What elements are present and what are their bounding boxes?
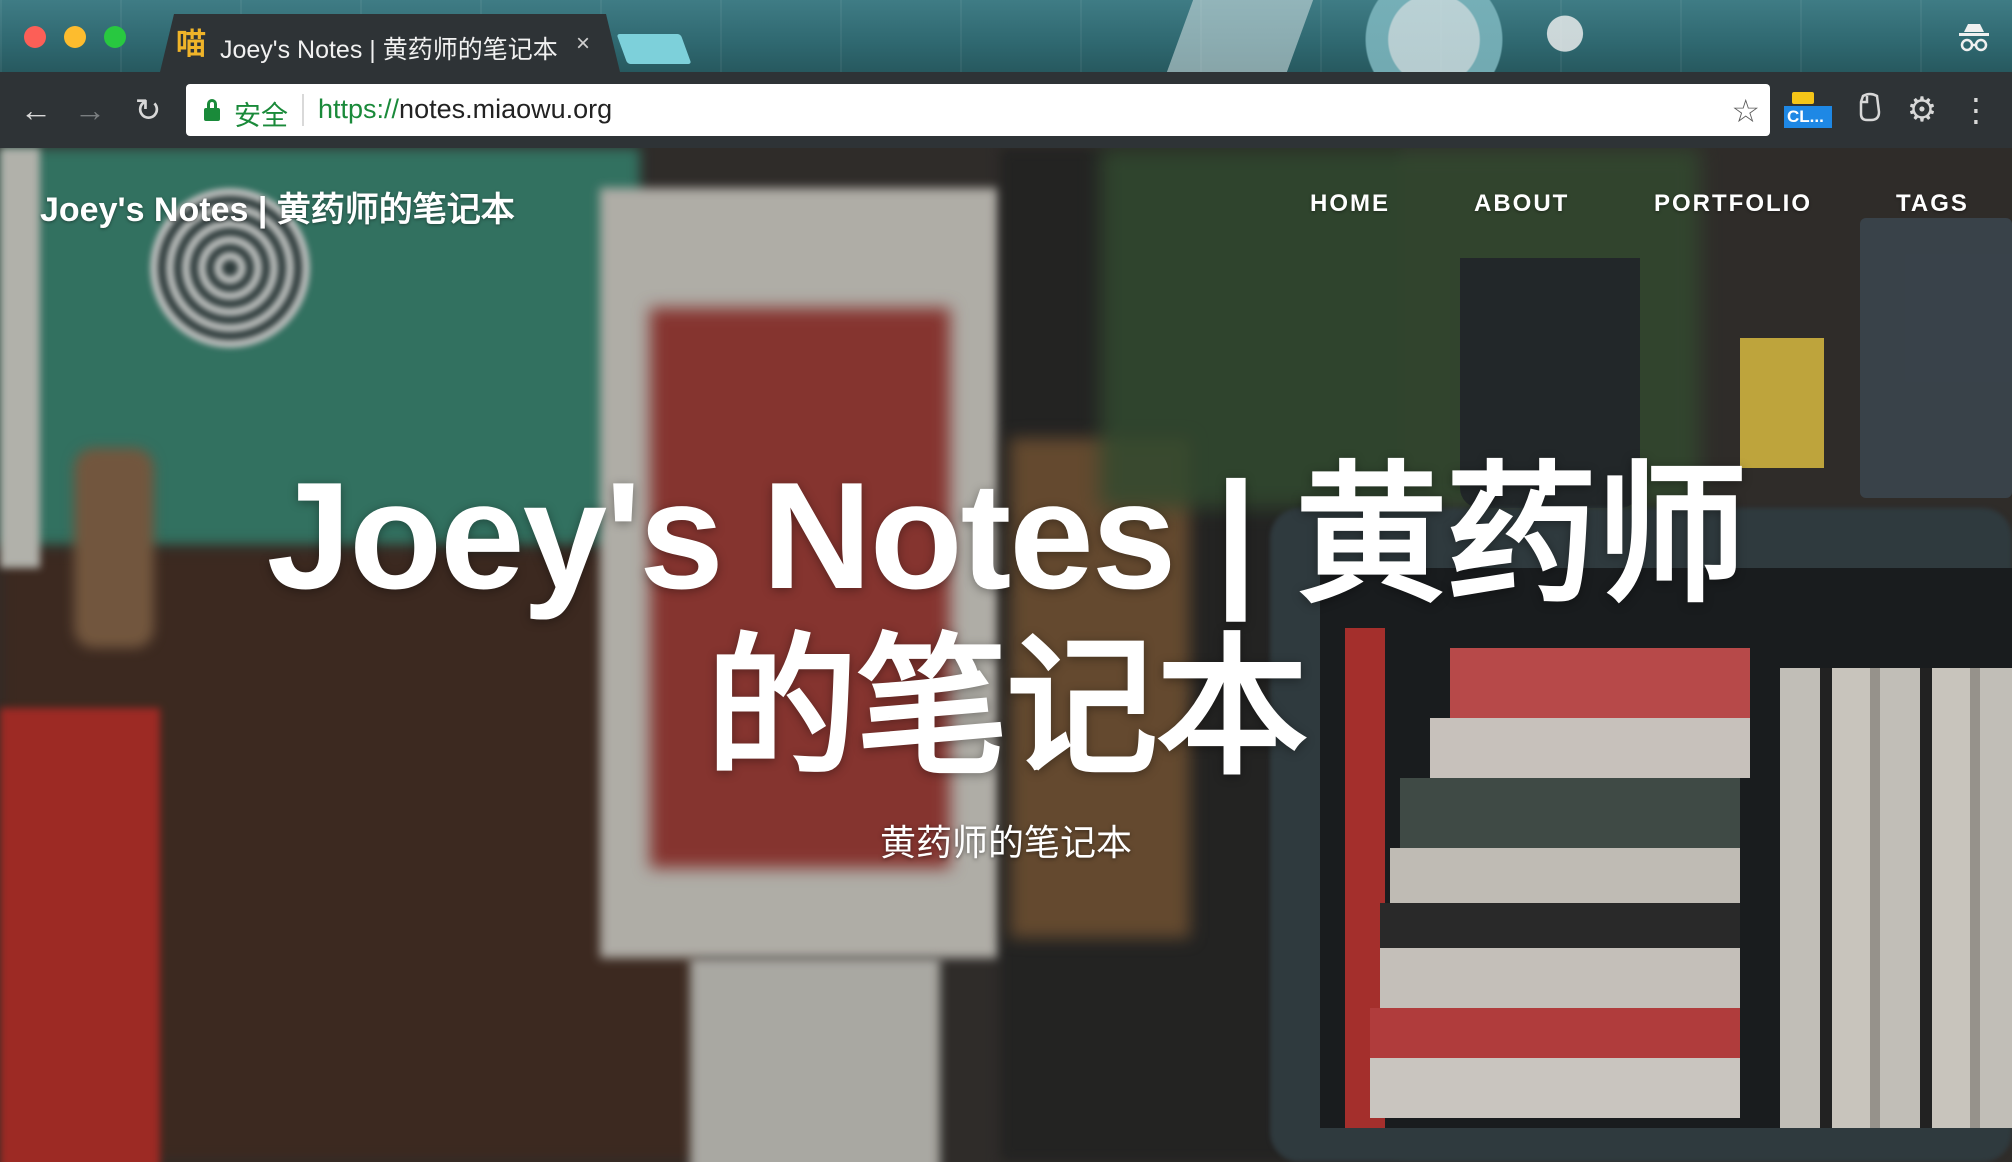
nav-portfolio-link[interactable]: PORTFOLIO: [1654, 190, 1812, 218]
clipper-extension-icon[interactable]: CL...: [1784, 92, 1832, 128]
extension-label: CL...: [1784, 106, 1832, 128]
favicon-icon: 喵: [176, 27, 206, 62]
hero-subheading: 黄药师的笔记本: [879, 822, 1132, 863]
new-tab-button[interactable]: [616, 34, 692, 64]
secure-label[interactable]: 安全: [234, 94, 288, 133]
close-window-button[interactable]: [24, 26, 46, 48]
back-arrow-icon[interactable]: ←: [18, 92, 54, 128]
url-text[interactable]: https://notes.miaowu.org: [318, 94, 612, 125]
theme-decoration: [1166, 0, 1314, 72]
forward-arrow-icon[interactable]: →: [72, 92, 108, 128]
url-host: notes.miaowu.org: [399, 94, 613, 124]
address-bar[interactable]: 安全 https://notes.miaowu.org ☆: [186, 84, 1770, 136]
url-scheme: https://: [318, 94, 400, 124]
address-divider: [302, 94, 304, 126]
theme-decoration: [1520, 8, 1610, 72]
maximize-window-button[interactable]: [104, 26, 126, 48]
minimize-window-button[interactable]: [64, 26, 86, 48]
bookmark-star-icon[interactable]: ☆: [1731, 92, 1760, 130]
browser-menu-icon[interactable]: ⋮: [1960, 92, 1992, 128]
tab-strip: 喵 Joey's Notes | 黄药师的笔记本 ×: [0, 0, 2012, 72]
browser-toolbar: ← → ↻ 安全 https://notes.miaowu.org ☆ CL..…: [0, 72, 2012, 148]
hero-heading-line1: Joey's Notes | 黄药师: [266, 451, 1748, 621]
incognito-icon: [1956, 22, 1992, 54]
nav-about-link[interactable]: ABOUT: [1474, 190, 1569, 218]
site-title-link[interactable]: Joey's Notes | 黄药师的笔记本: [40, 182, 515, 231]
reload-icon[interactable]: ↻: [130, 92, 166, 128]
hero-heading-line2: 的笔记本: [706, 623, 1308, 793]
lock-icon[interactable]: [204, 99, 220, 121]
evernote-extension-icon[interactable]: [1852, 92, 1888, 128]
hero-heading: Joey's Notes | 黄药师 的笔记本: [200, 450, 1812, 794]
tab-title[interactable]: Joey's Notes | 黄药师的笔记本: [220, 30, 558, 66]
tab-close-icon[interactable]: ×: [576, 30, 590, 58]
nav-tags-link[interactable]: TAGS: [1896, 190, 1969, 218]
gear-extension-icon[interactable]: ⚙: [1904, 92, 1940, 128]
web-page: Joey's Notes | 黄药师的笔记本 HOME ABOUT PORTFO…: [0, 148, 2012, 1162]
nav-home-link[interactable]: HOME: [1310, 190, 1390, 218]
